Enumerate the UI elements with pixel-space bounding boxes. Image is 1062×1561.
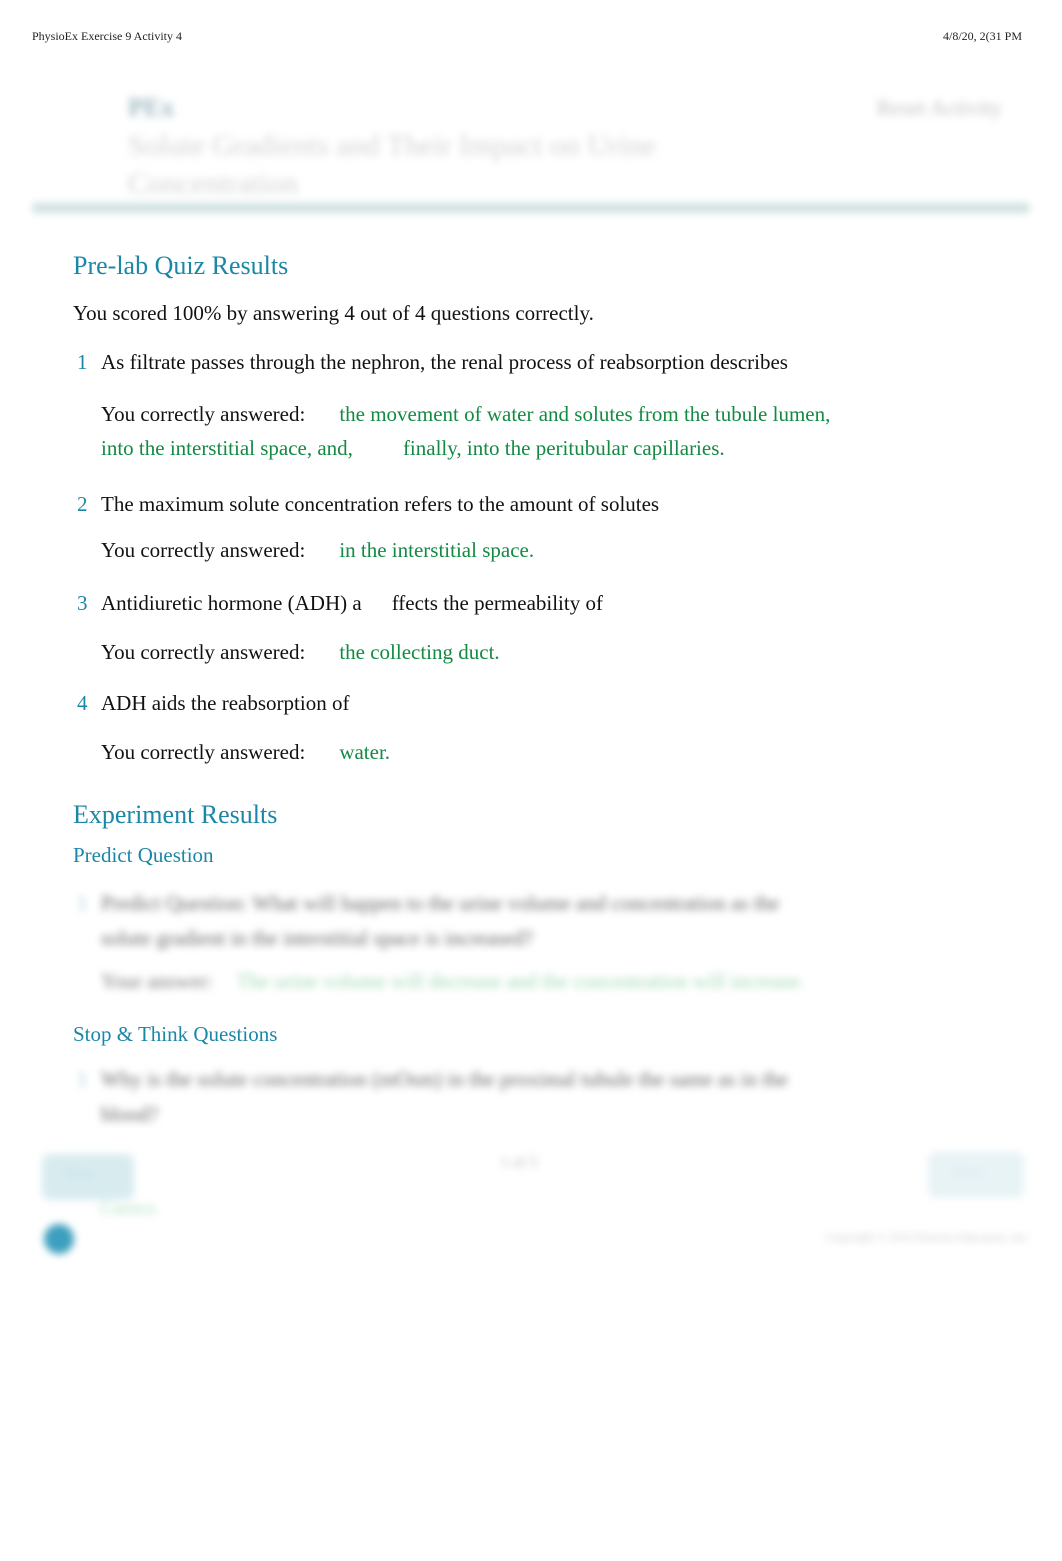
question-text: Why is the solute concentration (mOsm) i… — [101, 1067, 789, 1126]
answer-label: Your answer: — [101, 969, 213, 993]
app-header: PEx Solute Gradients and Their Impact on… — [28, 85, 1034, 225]
footer: Prev 1 of 5 Next Correct. Copyright © 20… — [30, 1140, 1040, 1260]
answer-label: You correctly answered: — [101, 538, 306, 562]
quiz-question: 1 As filtrate passes through the nephron… — [73, 348, 933, 376]
activity-title: Solute Gradients and Their Impact on Uri… — [128, 129, 656, 200]
predict-answer: Your answer: The urine volume will decrea… — [101, 964, 933, 998]
prev-label: Prev — [66, 1166, 96, 1183]
quiz-question: 4 ADH aids the reabsorption of — [73, 689, 933, 717]
help-icon[interactable] — [44, 1224, 74, 1254]
prelab-heading: Pre-lab Quiz Results — [73, 251, 289, 280]
quiz-answer: You correctly answered: the collecting du… — [101, 635, 933, 669]
copyright: Copyright © 2016 Pearson Education, Inc. — [825, 1230, 1030, 1244]
stop-think-question: 1 Why is the solute concentration (mOsm)… — [73, 1062, 933, 1132]
page-indicator: 1 of 5 — [500, 1154, 538, 1171]
answer-label: You correctly answered: — [101, 640, 306, 664]
next-label: Next — [952, 1164, 984, 1181]
answer-text-cont: finally, into the peritubular capillarie… — [402, 436, 725, 460]
predict-block: 1 Predict Question: What will happen to … — [73, 886, 933, 998]
question-text: The maximum solute concentration refers … — [101, 492, 660, 516]
predict-heading: Predict Question — [73, 843, 214, 867]
question-number: 3 — [77, 591, 88, 615]
question-number: 4 — [77, 691, 88, 715]
stop-think-block: 1 Why is the solute concentration (mOsm)… — [73, 1062, 933, 1132]
question-text-part: ffects the permeability of — [391, 591, 603, 615]
question-number: 1 — [77, 1067, 88, 1091]
answer-text: the movement of water and solutes from t… — [339, 402, 831, 426]
pex-logo: PEx — [128, 93, 175, 122]
answer-label: You correctly answered: — [101, 740, 306, 764]
question-text: Antidiuretic hormone (ADH) a ffects the p… — [101, 589, 933, 617]
answer-text: the collecting duct. — [339, 640, 500, 664]
question-text-part: Antidiuretic hormone (ADH) a — [101, 591, 362, 615]
header-divider — [32, 203, 1030, 213]
next-button[interactable]: Next — [928, 1152, 1024, 1198]
answer-label: You correctly answered: — [101, 402, 306, 426]
feedback-text: Correct. — [100, 1198, 159, 1218]
quiz-answer: You correctly answered: the movement of w… — [101, 397, 933, 465]
predict-question: 1 Predict Question: What will happen to … — [73, 886, 933, 956]
print-title: PhysioEx Exercise 9 Activity 4 — [32, 29, 182, 43]
answer-text: water. — [339, 740, 391, 764]
prev-button[interactable]: Prev — [42, 1154, 134, 1200]
stop-think-heading: Stop & Think Questions — [73, 1022, 278, 1046]
quiz-answer: You correctly answered: in the interstiti… — [101, 533, 933, 567]
quiz-question: 2 The maximum solute concentration refer… — [73, 490, 933, 518]
answer-text-cont: into the interstitial space, and, — [101, 436, 353, 460]
question-text: Predict Question: What will happen to th… — [101, 891, 780, 950]
question-number: 2 — [77, 492, 88, 516]
quiz-question: 3 Antidiuretic hormone (ADH) a ffects the… — [73, 589, 933, 617]
question-number: 1 — [77, 350, 88, 374]
question-text: ADH aids the reabsorption of — [101, 691, 350, 715]
quiz-answer: You correctly answered: water. — [101, 735, 933, 769]
question-number: 1 — [77, 891, 88, 915]
answer-text: The urine volume will decrease and the c… — [236, 969, 805, 993]
main-content: Pre-lab Quiz Results You scored 100% by … — [73, 250, 933, 1132]
print-header: PhysioEx Exercise 9 Activity 4 4/8/20, 2… — [32, 29, 1022, 45]
experiment-heading: Experiment Results — [73, 800, 278, 829]
score-summary: You scored 100% by answering 4 out of 4 … — [73, 301, 594, 325]
question-text: As filtrate passes through the nephron, … — [101, 350, 788, 374]
answer-text: in the interstitial space. — [339, 538, 535, 562]
print-datetime: 4/8/20, 2(31 PM — [942, 29, 1022, 43]
reset-activity-button[interactable]: Reset Activity — [877, 95, 1002, 121]
